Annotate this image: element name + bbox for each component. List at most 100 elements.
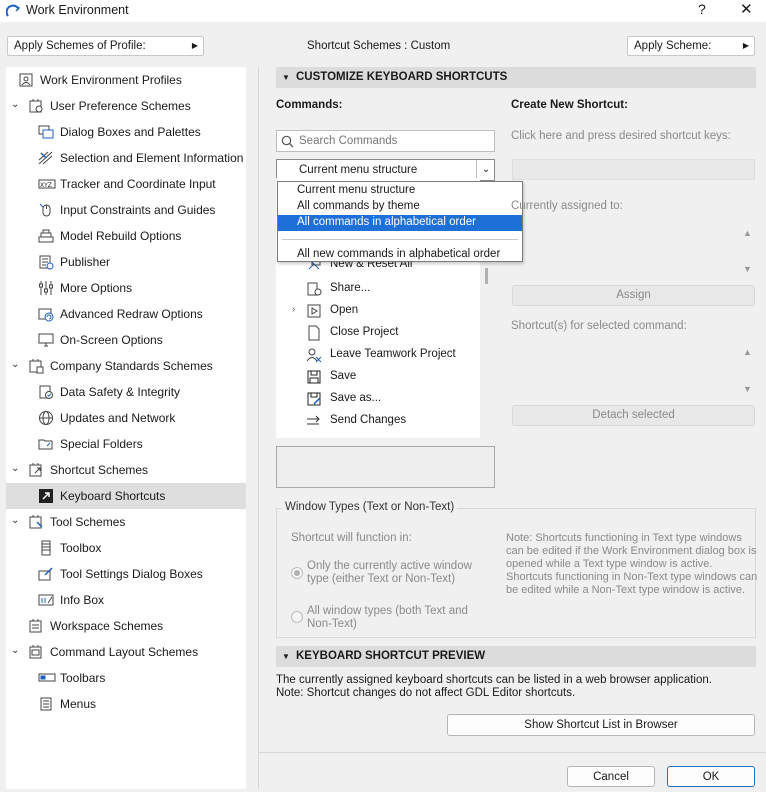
apply-scheme-dropdown[interactable]: Apply Scheme: ▶ (627, 36, 755, 56)
tree-item-keyboard-shortcuts[interactable]: Keyboard Shortcuts (6, 483, 246, 509)
list-item[interactable]: › Open (276, 300, 480, 322)
tree-item-toolbox[interactable]: Toolbox (6, 535, 246, 561)
scroll-up-icon[interactable]: ▲ (743, 347, 752, 357)
share-icon (306, 281, 322, 297)
ok-button[interactable]: OK (667, 766, 755, 787)
settings-tree: Work Environment Profiles ⌄ User Prefere… (6, 67, 246, 789)
scroll-down-icon[interactable]: ▼ (743, 384, 752, 394)
tracker-icon: XYZ (38, 176, 56, 192)
save-as-icon (306, 391, 322, 407)
radio-active-window-type[interactable] (291, 567, 303, 579)
radio-all-window-types-label: All window types (both Text and Non-Text… (307, 605, 468, 630)
shortcut-schemes-label: Shortcut Schemes : (307, 40, 408, 52)
customize-section-header[interactable]: ▼ CUSTOMIZE KEYBOARD SHORTCUTS (276, 67, 756, 88)
list-item[interactable]: Share... (276, 278, 480, 300)
command-description-box (276, 446, 495, 488)
pane-divider (258, 67, 259, 789)
preview-section-header[interactable]: ▼ KEYBOARD SHORTCUT PREVIEW (276, 646, 756, 667)
tree-item-command-layout[interactable]: ⌄ Command Layout Schemes (6, 639, 246, 665)
scroll-up-icon[interactable]: ▲ (743, 228, 752, 238)
list-item[interactable]: Leave Teamwork Project (276, 344, 480, 366)
option-current-menu-structure[interactable]: Current menu structure (278, 183, 522, 199)
send-changes-icon (306, 413, 322, 429)
company-standards-icon (28, 358, 44, 374)
tree-item-publisher[interactable]: Publisher (6, 249, 246, 275)
detach-selected-button[interactable]: Detach selected (512, 405, 755, 426)
help-button[interactable]: ? (698, 1, 706, 17)
tree-item-workspace-schemes[interactable]: Workspace Schemes (6, 613, 246, 639)
cancel-button[interactable]: Cancel (567, 766, 655, 787)
tree-item-company-standards[interactable]: ⌄ Company Standards Schemes (6, 353, 246, 379)
collapse-triangle-icon: ▼ (282, 652, 290, 661)
tree-item-selection[interactable]: Selection and Element Information (6, 145, 246, 171)
close-project-icon (306, 325, 322, 341)
shortcut-capture-field[interactable] (512, 159, 755, 180)
chevron-right-icon: ▶ (742, 41, 749, 50)
tree-item-tool-settings[interactable]: Tool Settings Dialog Boxes (6, 561, 246, 587)
monitor-icon (38, 332, 54, 348)
tree-item-shortcut-schemes[interactable]: ⌄ Shortcut Schemes (6, 457, 246, 483)
command-list-scrollbar[interactable] (485, 268, 488, 284)
shortcut-schemes-icon (28, 462, 44, 478)
open-icon (306, 303, 322, 319)
scroll-down-icon[interactable]: ▼ (743, 264, 752, 274)
workspace-icon (28, 618, 44, 634)
create-shortcut-hint: Click here and press desired shortcut ke… (511, 130, 731, 142)
assign-button[interactable]: Assign (512, 285, 755, 306)
list-item[interactable]: Save as... (276, 388, 480, 410)
chevron-down-icon[interactable]: ⌄ (11, 359, 19, 370)
currently-assigned-label: Currently assigned to: (511, 200, 623, 212)
tree-item-work-environment-profiles[interactable]: Work Environment Profiles (6, 67, 246, 93)
chevron-down-icon[interactable]: ⌄ (11, 463, 19, 474)
chevron-down-icon[interactable]: ⌄ (11, 99, 19, 110)
tree-item-data-safety[interactable]: Data Safety & Integrity (6, 379, 246, 405)
tree-item-on-screen-options[interactable]: On-Screen Options (6, 327, 246, 353)
shortcuts-for-selected-label: Shortcut(s) for selected command: (511, 320, 687, 332)
sliders-icon (38, 280, 54, 296)
chevron-down-icon[interactable]: ⌄ (11, 645, 19, 656)
apply-profile-dropdown[interactable]: Apply Schemes of Profile: ▶ (7, 36, 204, 56)
tree-item-tool-schemes[interactable]: ⌄ Tool Schemes (6, 509, 246, 535)
app-icon (6, 4, 20, 18)
tree-item-toolbars[interactable]: Toolbars (6, 665, 246, 691)
tree-item-tracker[interactable]: XYZ Tracker and Coordinate Input (6, 171, 246, 197)
tree-item-user-preference-schemes[interactable]: ⌄ User Preference Schemes (6, 93, 246, 119)
list-item[interactable]: Save (276, 366, 480, 388)
dialog-boxes-icon (38, 124, 54, 140)
globe-icon (38, 410, 54, 426)
chevron-down-icon[interactable]: ⌄ (476, 160, 495, 180)
footer-divider (259, 752, 766, 753)
tree-item-info-box[interactable]: Info Box (6, 587, 246, 613)
preview-note: Note: Shortcut changes do not affect GDL… (276, 687, 576, 699)
window-types-legend: Window Types (Text or Non-Text) (282, 501, 458, 513)
toolbox-icon (38, 540, 54, 556)
window-title: Work Environment (26, 3, 129, 17)
tree-item-model-rebuild[interactable]: Model Rebuild Options (6, 223, 246, 249)
tree-item-special-folders[interactable]: Special Folders (6, 431, 246, 457)
redraw-icon (38, 306, 54, 322)
search-input[interactable] (297, 133, 487, 149)
list-item[interactable]: Send Changes (276, 410, 480, 432)
radio-all-window-types[interactable] (291, 611, 303, 623)
leave-teamwork-icon (306, 347, 322, 363)
tree-item-updates-network[interactable]: Updates and Network (6, 405, 246, 431)
close-button[interactable]: ✕ (740, 0, 753, 18)
show-shortcut-list-button[interactable]: Show Shortcut List in Browser (447, 714, 755, 736)
chevron-down-icon[interactable]: ⌄ (11, 515, 19, 526)
tree-item-advanced-redraw[interactable]: Advanced Redraw Options (6, 301, 246, 327)
tree-item-input-constraints[interactable]: Input Constraints and Guides (6, 197, 246, 223)
commands-label: Commands: (276, 99, 343, 111)
save-icon (306, 369, 322, 385)
tree-item-dialog-boxes[interactable]: Dialog Boxes and Palettes (6, 119, 246, 145)
tree-item-more-options[interactable]: More Options (6, 275, 246, 301)
shortcut-schemes-value: Custom (410, 40, 451, 52)
shortcut-function-label: Shortcut will function in: (291, 532, 412, 544)
option-all-commands-alphabetical[interactable]: All commands in alphabetical order (278, 215, 522, 231)
collapse-triangle-icon: ▼ (282, 73, 290, 82)
list-item[interactable]: Close Project (276, 322, 480, 344)
chevron-right-icon[interactable]: › (292, 304, 295, 315)
option-all-new-commands-alphabetical[interactable]: All new commands in alphabetical order (278, 247, 522, 263)
tree-item-menus[interactable]: Menus (6, 691, 246, 717)
option-all-commands-by-theme[interactable]: All commands by theme (278, 199, 522, 215)
search-field[interactable] (276, 130, 495, 152)
